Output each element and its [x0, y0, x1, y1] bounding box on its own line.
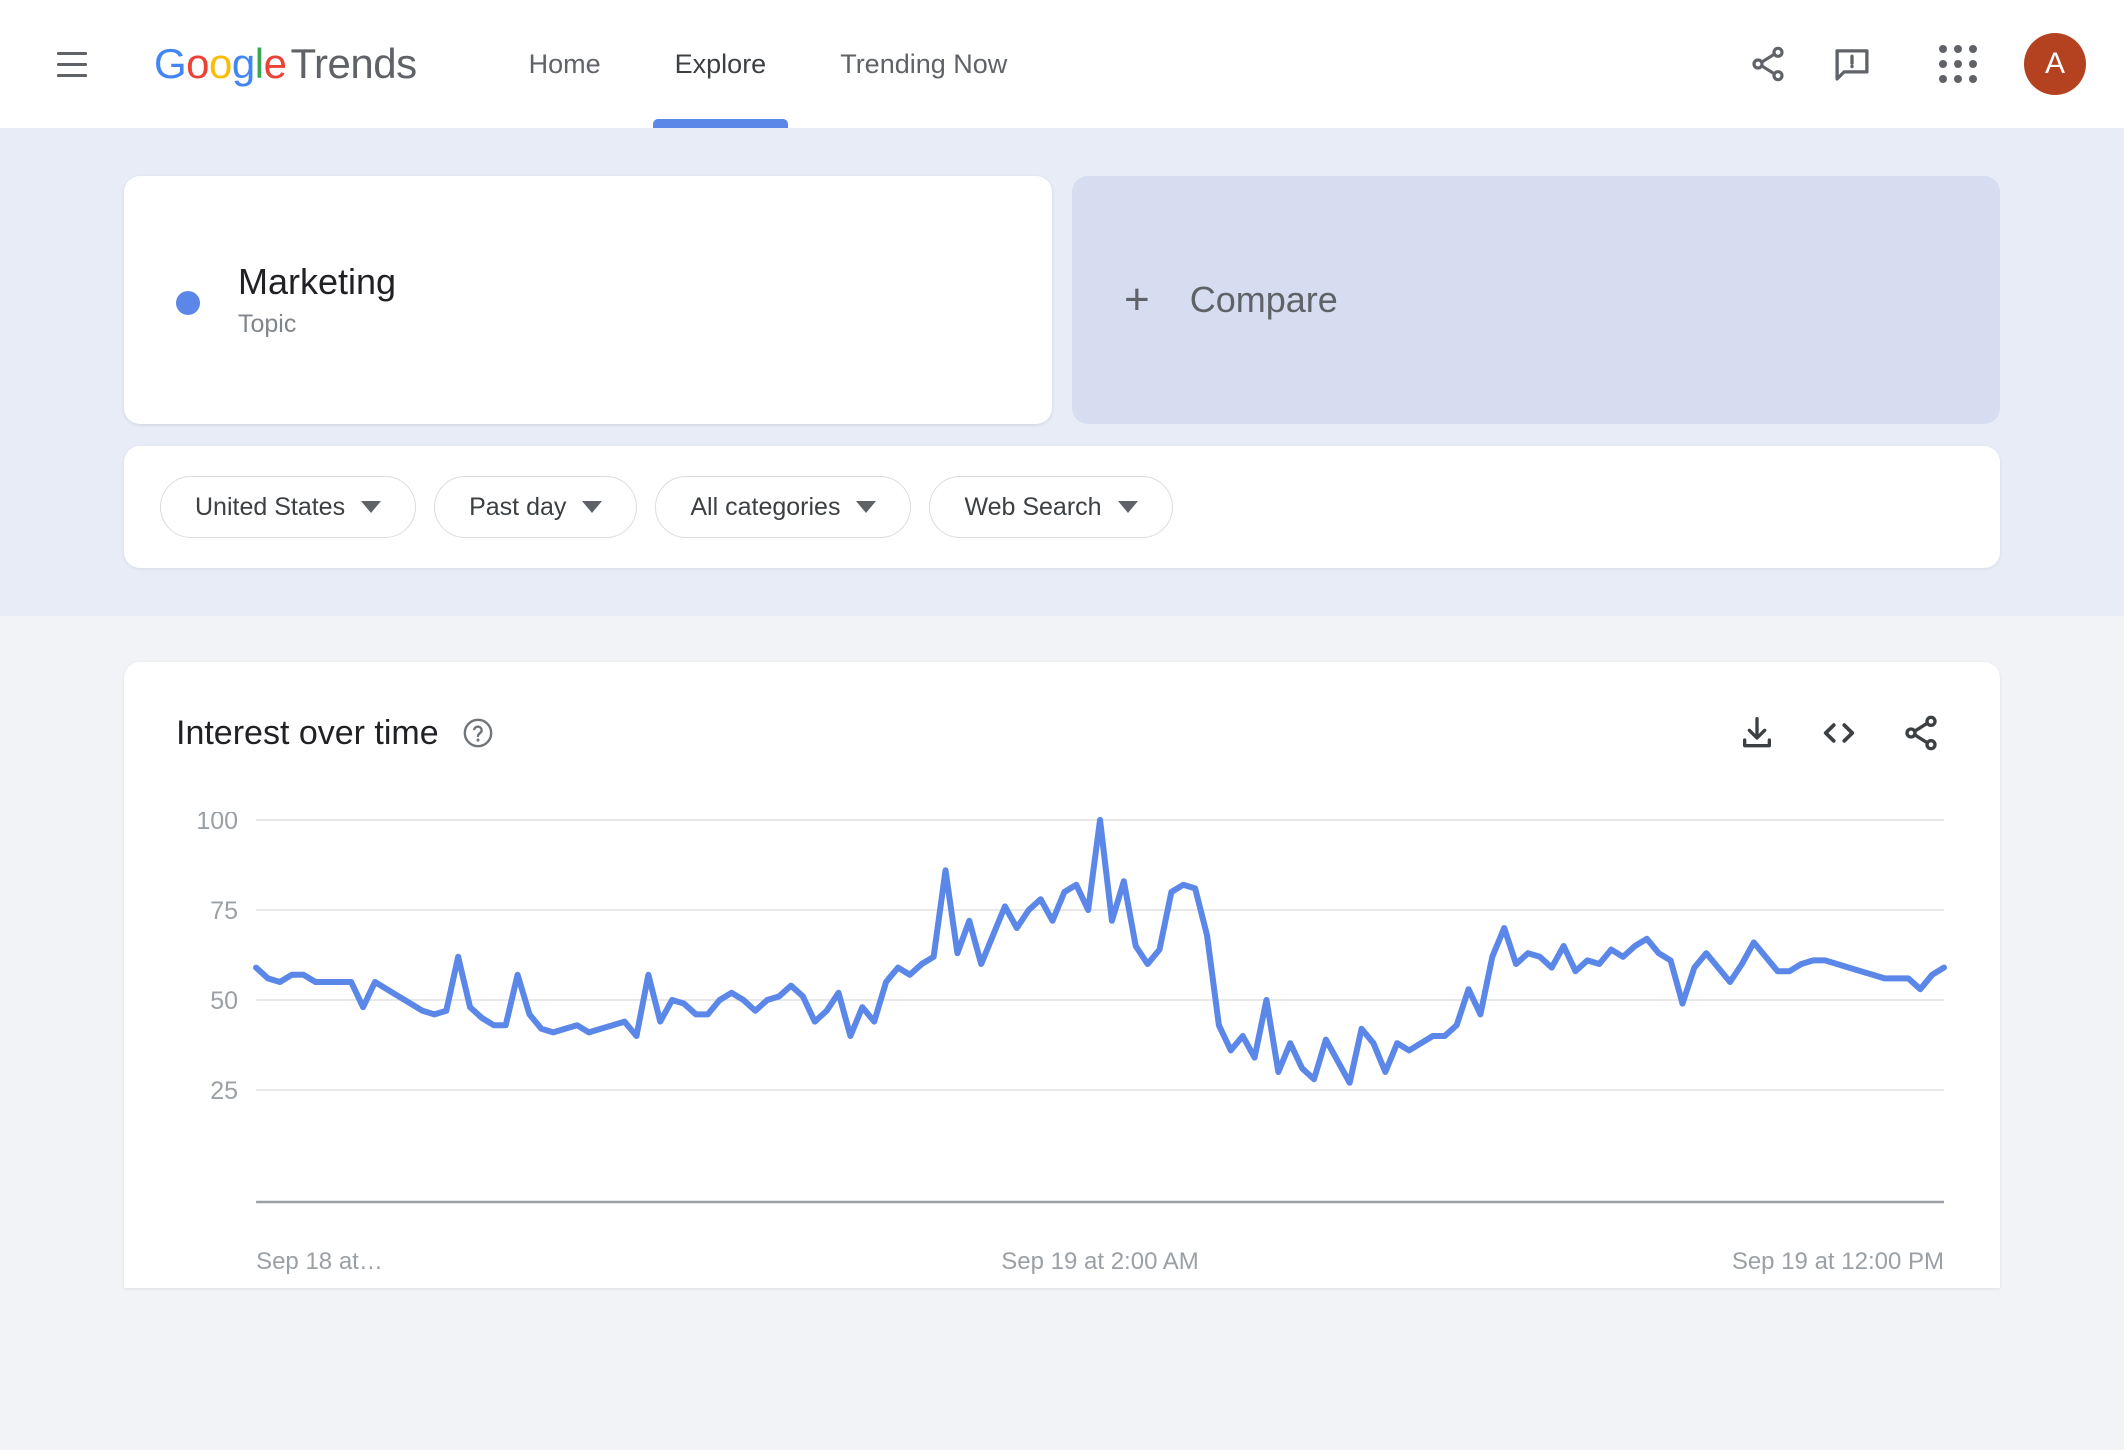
- compare-card[interactable]: + Compare: [1072, 176, 2000, 424]
- chevron-down-icon: [361, 501, 382, 513]
- location-filter-label: United States: [195, 492, 346, 521]
- chevron-down-icon: [1117, 501, 1138, 513]
- main-content: Interest over time 25 50 75 100 Sep 18 a…: [0, 616, 2124, 1450]
- apps-dot: [1969, 60, 1977, 68]
- search-term-texts: Marketing Topic: [238, 261, 396, 339]
- chart-actions: [1730, 706, 1948, 760]
- logo-product-name: Trends: [290, 40, 417, 87]
- interest-over-time-card: Interest over time 25 50 75 100 Sep 18 a…: [124, 662, 2000, 1288]
- apps-dot: [1939, 60, 1947, 68]
- help-icon[interactable]: [461, 716, 495, 750]
- logo-letter-o2: o: [209, 40, 232, 87]
- compare-label: Compare: [1189, 279, 1338, 320]
- chart-y-tick-label: 75: [210, 897, 238, 925]
- hamburger-bar: [57, 51, 87, 55]
- chart-x-tick-label: Sep 19 at 12:00 PM: [1731, 1248, 1944, 1275]
- category-filter-label: All categories: [690, 492, 841, 521]
- query-section: Marketing Topic + Compare United States …: [0, 128, 2124, 616]
- chevron-down-icon: [856, 501, 877, 513]
- logo-letter-g2: g: [231, 40, 255, 87]
- apps-dot: [1954, 45, 1962, 53]
- filters-bar: United States Past day All categories We…: [124, 446, 2000, 568]
- search-term-title: Marketing: [238, 260, 397, 302]
- feedback-icon[interactable]: [1810, 22, 1894, 106]
- chart-header: Interest over time: [176, 706, 1948, 760]
- search-type-filter[interactable]: Web Search: [929, 476, 1173, 538]
- apps-dot: [1939, 75, 1947, 83]
- chart-y-tick-label: 50: [210, 987, 238, 1015]
- category-filter[interactable]: All categories: [655, 476, 912, 538]
- interest-over-time-chart[interactable]: 25 50 75 100: [176, 812, 1948, 1242]
- google-trends-logo[interactable]: GoogleTrends: [154, 43, 417, 85]
- chart-y-tick-label: 25: [210, 1077, 238, 1105]
- avatar[interactable]: A: [2024, 33, 2086, 95]
- nav-tab-explore[interactable]: Explore: [651, 0, 791, 128]
- query-row: Marketing Topic + Compare: [0, 176, 2124, 424]
- plus-icon: +: [1124, 275, 1150, 324]
- series-color-dot-icon: [176, 291, 200, 315]
- time-range-filter-label: Past day: [469, 492, 567, 521]
- share-icon[interactable]: [1726, 22, 1810, 106]
- embed-code-icon[interactable]: [1812, 706, 1866, 760]
- logo-letter-g: G: [154, 40, 187, 87]
- hamburger-menu-icon[interactable]: [48, 40, 96, 88]
- chart-y-tick-label: 100: [196, 812, 238, 835]
- hamburger-bar: [57, 62, 87, 66]
- chart-x-axis-labels: Sep 18 at… Sep 19 at 2:00 AM Sep 19 at 12:…: [176, 1248, 1948, 1288]
- app-header: GoogleTrends Home Explore Trending Now A: [0, 0, 2124, 128]
- header-actions: A: [1726, 22, 2086, 106]
- search-term-subtitle: Topic: [238, 310, 297, 339]
- apps-dot: [1939, 45, 1947, 53]
- location-filter[interactable]: United States: [160, 476, 417, 538]
- search-term-card[interactable]: Marketing Topic: [124, 176, 1052, 424]
- logo-letter-e: e: [263, 40, 287, 87]
- apps-grid-icon[interactable]: [1916, 22, 2000, 106]
- chevron-down-icon: [582, 501, 603, 513]
- share-chart-icon[interactable]: [1894, 706, 1948, 760]
- apps-dot: [1954, 75, 1962, 83]
- apps-dot: [1969, 45, 1977, 53]
- logo-letter-l: l: [254, 40, 264, 87]
- chart-series-line: [256, 820, 1944, 1083]
- nav-tab-home[interactable]: Home: [505, 0, 625, 128]
- apps-dot: [1954, 60, 1962, 68]
- chart-title: Interest over time: [176, 713, 439, 752]
- hamburger-bar: [57, 73, 87, 77]
- logo-letter-o1: o: [186, 40, 210, 87]
- search-type-filter-label: Web Search: [964, 492, 1102, 521]
- time-range-filter[interactable]: Past day: [434, 476, 638, 538]
- chart-x-tick-label: Sep 18 at…: [256, 1248, 383, 1275]
- chart-svg: 25 50 75 100: [196, 812, 1948, 1204]
- chart-x-tick-label: Sep 19 at 2:00 AM: [1001, 1248, 1199, 1275]
- nav-tab-trending-now[interactable]: Trending Now: [816, 0, 1031, 128]
- main-navigation: Home Explore Trending Now: [505, 0, 1032, 128]
- apps-dot: [1969, 75, 1977, 83]
- download-csv-icon[interactable]: [1730, 706, 1784, 760]
